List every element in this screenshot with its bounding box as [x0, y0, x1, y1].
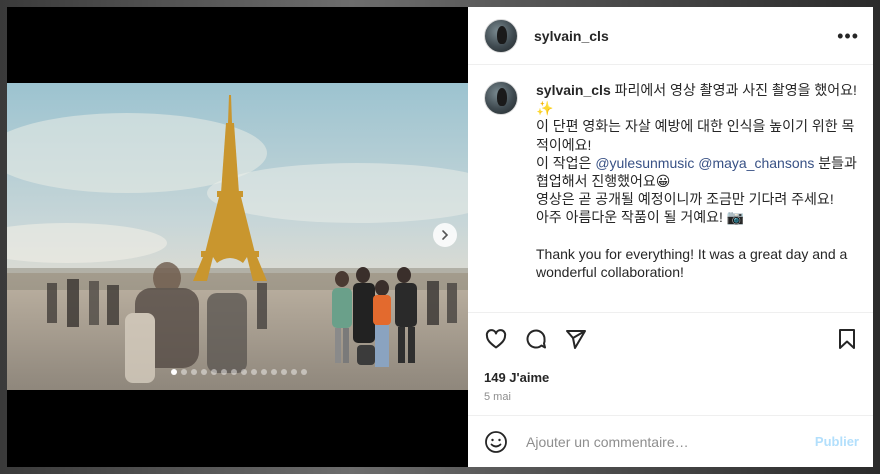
post-author-username[interactable]: sylvain_cls — [534, 28, 609, 44]
post-header: sylvain_cls ••• — [468, 7, 873, 65]
carousel-dot — [231, 369, 237, 375]
emoji-icon[interactable] — [484, 430, 508, 454]
caption-avatar[interactable] — [484, 81, 518, 115]
caption-text: sylvain_cls 파리에서 영상 촬영과 사진 촬영을 했어요! ✨ 이 … — [536, 81, 857, 281]
carousel-dot — [221, 369, 227, 375]
carousel-dot — [181, 369, 187, 375]
carousel-dot — [281, 369, 287, 375]
publish-button[interactable]: Publier — [815, 434, 859, 449]
avatar[interactable] — [484, 18, 518, 53]
caption-username[interactable]: sylvain_cls — [536, 82, 611, 98]
caption-line-3-pre: 이 작업은 — [536, 154, 596, 171]
comments-area: sylvain_cls 파리에서 영상 촬영과 사진 촬영을 했어요! ✨ 이 … — [468, 65, 873, 312]
carousel-indicator — [171, 369, 307, 375]
carousel-dot — [191, 369, 197, 375]
mention-link[interactable]: @maya_chansons — [698, 155, 814, 171]
carousel-dot — [171, 369, 177, 375]
post-modal: sylvain_cls ••• sylvain_cls 파리에서 영상 촬영과 … — [7, 7, 873, 467]
send-icon[interactable] — [564, 327, 588, 351]
action-bar — [468, 312, 873, 364]
more-options-icon[interactable]: ••• — [837, 27, 859, 45]
caption-row: sylvain_cls 파리에서 영상 촬영과 사진 촬영을 했어요! ✨ 이 … — [484, 81, 857, 281]
likes-count[interactable]: 149 J'aime — [468, 364, 873, 385]
post-photo — [7, 83, 468, 390]
post-date[interactable]: 5 mai — [468, 385, 873, 415]
add-comment-bar: Publier — [468, 415, 873, 467]
carousel-dot — [291, 369, 297, 375]
caption-line-4: 영상은 곧 공개될 예정이니까 조금만 기다려 주세요! — [536, 191, 834, 208]
heart-icon[interactable] — [484, 327, 508, 351]
chevron-right-icon — [442, 230, 449, 240]
carousel-dot — [271, 369, 277, 375]
bookmark-icon[interactable] — [835, 327, 859, 351]
carousel-dot — [211, 369, 217, 375]
carousel-dot — [251, 369, 257, 375]
mention-link[interactable]: @yulesunmusic — [595, 155, 694, 171]
carousel-dot — [201, 369, 207, 375]
post-side-panel: sylvain_cls ••• sylvain_cls 파리에서 영상 촬영과 … — [468, 7, 873, 467]
caption-line-5: 아주 아름다운 작품이 될 거예요! 📷 — [536, 209, 745, 226]
carousel-dot — [261, 369, 267, 375]
carousel-next-button[interactable] — [433, 223, 457, 247]
comment-input[interactable] — [524, 432, 815, 451]
post-media — [7, 7, 468, 467]
caption-line-6: Thank you for everything! It was a great… — [536, 245, 848, 280]
caption-line-2: 이 단편 영화는 자살 예방에 대한 인식을 높이기 위한 목적이에요! — [536, 118, 855, 153]
carousel-dot — [301, 369, 307, 375]
carousel-dot — [241, 369, 247, 375]
comment-icon[interactable] — [524, 327, 548, 351]
